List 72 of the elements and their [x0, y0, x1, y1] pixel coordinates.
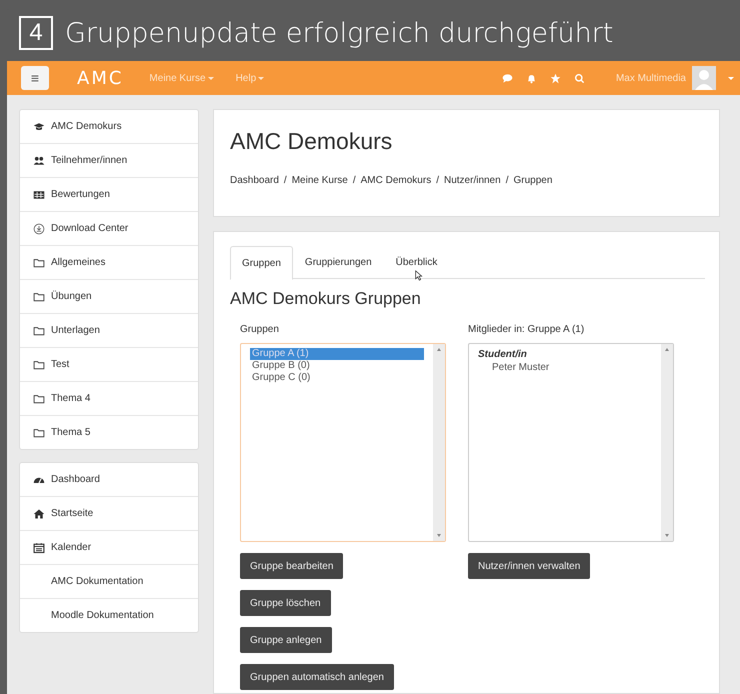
download-circle-icon [33, 222, 45, 234]
caret-icon [258, 76, 264, 80]
tab[interactable]: Gruppen [230, 246, 293, 280]
tab[interactable]: Überblick [384, 246, 450, 278]
list-option[interactable]: Gruppe C (0) [250, 372, 424, 384]
member-option[interactable]: Peter Muster [478, 362, 652, 374]
sidebar-item[interactable]: Allgemeines [20, 246, 198, 280]
list-label: Gruppen [240, 324, 280, 335]
table-icon [33, 188, 45, 200]
scroll-up-arrow-icon[interactable] [665, 348, 669, 351]
sidebar-item[interactable]: Übungen [20, 280, 198, 314]
action-button[interactable]: Nutzer/innen verwalten [468, 553, 590, 579]
members-listbox[interactable]: Student/in Peter Muster [468, 343, 674, 542]
sidebar-item[interactable]: Kalender [20, 531, 198, 565]
scrollbar[interactable] [661, 344, 673, 541]
sidebar-item[interactable]: Startseite [20, 497, 198, 531]
caret-icon [208, 76, 214, 80]
course-title: AMC Demokurs [230, 128, 394, 155]
breadcrumb-separator: / [352, 175, 356, 186]
sidebar-item[interactable]: Unterlagen [20, 314, 198, 348]
groups-listbox[interactable]: Gruppe A (1) Gruppe B (0) Gruppe C (0) [240, 343, 446, 542]
caret-icon[interactable] [728, 76, 734, 80]
avatar-icon[interactable] [692, 66, 716, 90]
breadcrumb-link[interactable]: Gruppen [513, 175, 552, 186]
step-number: 4 [19, 16, 53, 50]
sidebar-item[interactable]: Dashboard [20, 463, 198, 497]
list-label: Mitglieder in: Gruppe A (1) [468, 324, 586, 335]
action-button[interactable]: Gruppe bearbeiten [240, 553, 344, 579]
graduation-cap-icon [33, 120, 45, 132]
users-icon [33, 154, 45, 166]
sidebar-item[interactable]: Test [20, 348, 198, 382]
sidebar-item[interactable]: Moodle Dokumentation [20, 599, 198, 632]
sidebar-item[interactable]: Thema 5 [20, 416, 198, 449]
action-button[interactable]: Gruppen automatisch anlegen [240, 664, 394, 690]
tab[interactable]: Gruppierungen [292, 246, 384, 278]
breadcrumb-link[interactable]: Dashboard [230, 175, 279, 186]
role-heading: Student/in [478, 348, 528, 362]
menu-button[interactable]: ≡ [21, 66, 49, 90]
section-title: AMC Demokurs Gruppen [230, 289, 422, 309]
scroll-up-arrow-icon[interactable] [437, 348, 441, 351]
breadcrumb-separator: / [284, 175, 287, 186]
sidebar-item[interactable]: Teilnehmer/innen [20, 144, 198, 178]
sidebar-item[interactable]: Thema 4 [20, 382, 198, 416]
home-icon [33, 508, 45, 520]
scroll-down-arrow-icon[interactable] [437, 534, 441, 537]
breadcrumb-separator: / [436, 175, 439, 186]
list-option[interactable]: Gruppe B (0) [250, 360, 424, 372]
folder-icon [33, 256, 45, 268]
folder-icon [33, 426, 45, 438]
sidebar-item[interactable]: AMC Dokumentation [20, 565, 198, 599]
bell-icon[interactable] [526, 72, 537, 84]
folder-icon [33, 392, 45, 404]
folder-icon [33, 324, 45, 336]
breadcrumb-link[interactable]: Meine Kurse [292, 175, 348, 186]
scroll-down-arrow-icon[interactable] [665, 534, 669, 537]
breadcrumb-link[interactable]: Nutzer/innen [444, 175, 501, 186]
breadcrumb-separator: / [506, 175, 508, 186]
sidebar-item[interactable]: Bewertungen [20, 178, 198, 212]
folder-icon [33, 358, 45, 370]
folder-icon [33, 290, 45, 302]
star-icon[interactable] [550, 72, 561, 84]
action-button[interactable]: Gruppe löschen [240, 590, 331, 616]
action-button[interactable]: Gruppe anlegen [240, 627, 332, 653]
scrollbar[interactable] [433, 344, 445, 541]
calendar-icon [33, 542, 45, 554]
step-title: Gruppenupdate erfolgreich durchgeführt [65, 18, 614, 48]
chat-bubble-icon[interactable] [502, 72, 513, 84]
breadcrumb-link[interactable]: AMC Demokurs [360, 175, 432, 186]
sidebar-item[interactable]: Download Center [20, 212, 198, 246]
search-icon[interactable] [574, 72, 585, 84]
sidebar-item[interactable]: AMC Demokurs [20, 110, 198, 144]
mouse-cursor-icon [414, 270, 423, 281]
